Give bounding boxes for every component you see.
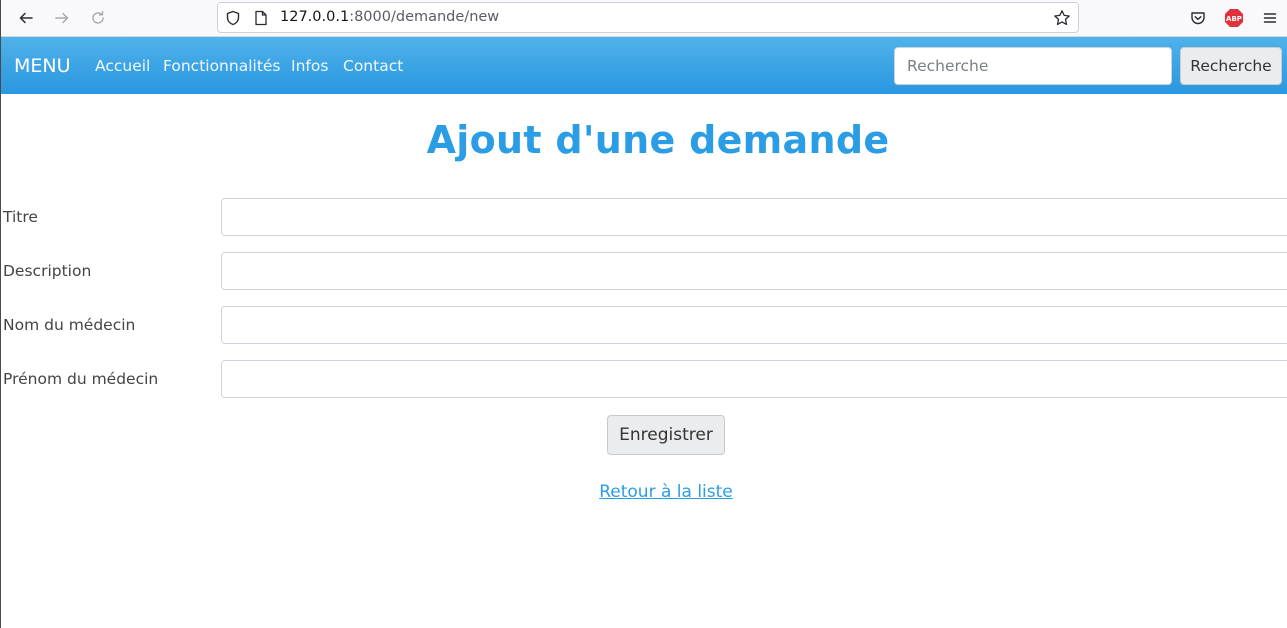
- shield-icon[interactable]: [223, 8, 243, 28]
- titre-label: Titre: [3, 208, 38, 226]
- search-input[interactable]: [894, 47, 1172, 85]
- nav-link-contact[interactable]: Contact: [343, 57, 403, 75]
- bookmark-star-icon[interactable]: [1052, 8, 1072, 28]
- brand-menu[interactable]: MENU: [14, 55, 71, 77]
- back-arrow-icon[interactable]: [14, 6, 38, 30]
- site-navbar: MENU Accueil Fonctionnalités Infos Conta…: [1, 37, 1287, 94]
- browser-toolbar: 127.0.0.1:8000/demande/new ABP: [1, 0, 1287, 37]
- description-input[interactable]: [221, 252, 1287, 290]
- page-icon[interactable]: [251, 8, 271, 28]
- prenom-medecin-label: Prénom du médecin: [3, 370, 159, 388]
- description-label: Description: [3, 262, 92, 280]
- adblock-label: ABP: [1226, 15, 1242, 23]
- pocket-icon[interactable]: [1186, 6, 1210, 30]
- hamburger-menu-icon[interactable]: [1258, 6, 1282, 30]
- save-button[interactable]: Enregistrer: [607, 415, 725, 455]
- adblock-icon[interactable]: ABP: [1222, 6, 1246, 30]
- titre-input[interactable]: [221, 198, 1287, 236]
- address-bar[interactable]: 127.0.0.1:8000/demande/new: [217, 2, 1079, 33]
- nav-link-accueil[interactable]: Accueil: [95, 57, 150, 75]
- reload-icon[interactable]: [86, 6, 110, 30]
- url-text[interactable]: 127.0.0.1:8000/demande/new: [280, 9, 499, 25]
- search-button[interactable]: Recherche: [1180, 47, 1282, 85]
- nom-medecin-input[interactable]: [221, 306, 1287, 344]
- nav-link-fonctionnalites[interactable]: Fonctionnalités: [163, 57, 281, 75]
- forward-arrow-icon[interactable]: [50, 6, 74, 30]
- nav-link-infos[interactable]: Infos: [291, 57, 328, 75]
- back-to-list-link[interactable]: Retour à la liste: [1, 482, 1287, 502]
- nom-medecin-label: Nom du médecin: [3, 316, 136, 334]
- url-host: 127.0.0.1: [280, 9, 350, 25]
- prenom-medecin-input[interactable]: [221, 360, 1287, 398]
- page-title: Ajout d'une demande: [426, 118, 890, 162]
- url-path: :8000/demande/new: [349, 9, 500, 25]
